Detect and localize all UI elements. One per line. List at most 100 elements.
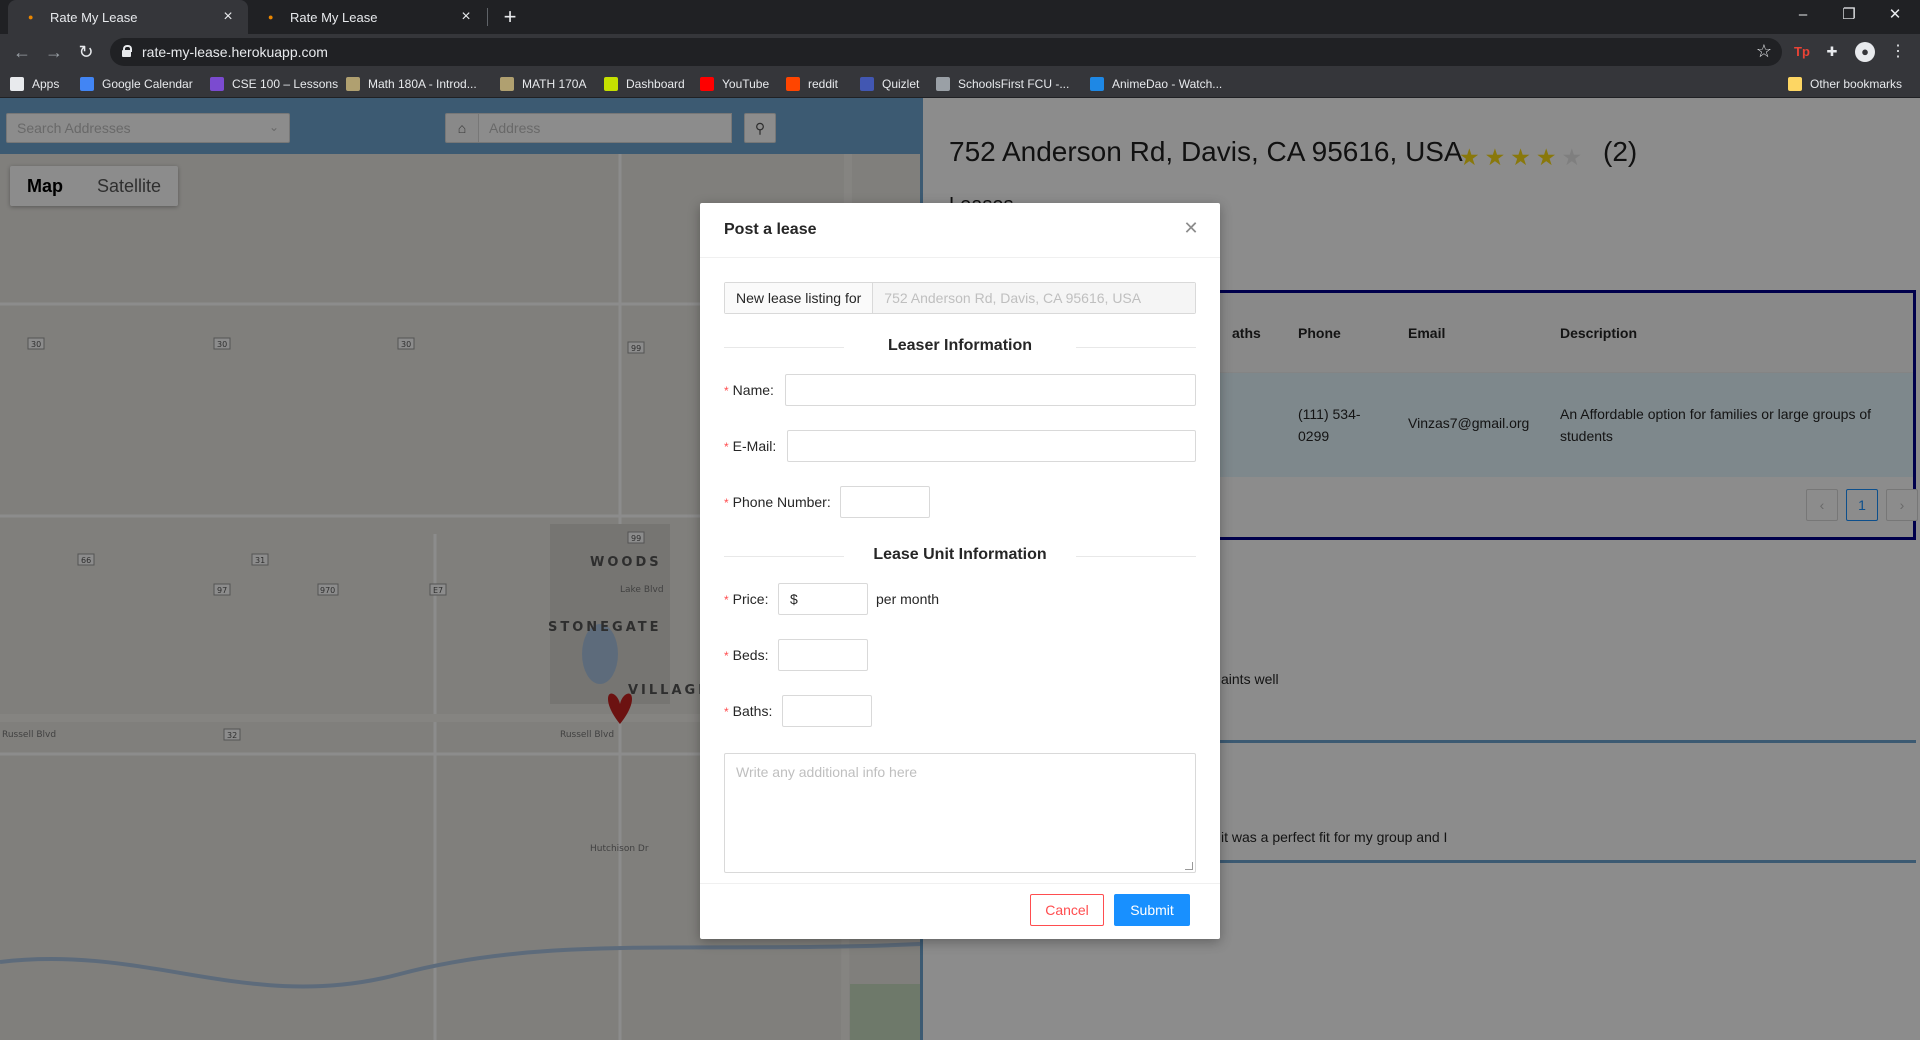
- bookmarks-bar: Other bookmarks Apps Google Calendar CSE 1…: [0, 70, 1920, 98]
- bookmark-label: Math 180A - Introd...: [368, 77, 477, 91]
- other-bookmarks-label: Other bookmarks: [1810, 77, 1903, 91]
- address-bar[interactable]: rate-my-lease.herokuapp.com ☆: [110, 38, 1782, 66]
- beds-label: * Beds:: [724, 647, 769, 663]
- beds-input[interactable]: [778, 639, 868, 671]
- close-window-icon[interactable]: ✕: [1872, 0, 1918, 32]
- bookmark-label: Google Calendar: [102, 77, 193, 91]
- modal-header: Post a lease ✕: [700, 203, 1220, 258]
- modal-title: Post a lease: [724, 221, 817, 238]
- apps-grid-icon: [10, 77, 24, 91]
- name-input[interactable]: [785, 374, 1196, 406]
- reload-icon[interactable]: ↻: [74, 40, 98, 64]
- bookmark-label: CSE 100 – Lessons: [232, 77, 339, 91]
- canvas-icon: [604, 77, 618, 91]
- browser-toolbar: ← → ↻ rate-my-lease.herokuapp.com ☆ Tp ✚…: [0, 34, 1920, 70]
- bookmark-quizlet[interactable]: Quizlet: [860, 76, 919, 92]
- listing-label: New lease listing for: [725, 283, 874, 313]
- menu-dots-icon[interactable]: ⋮: [1888, 42, 1908, 62]
- cancel-button[interactable]: Cancel: [1030, 894, 1104, 926]
- required-icon: *: [724, 384, 729, 398]
- extensions-puzzle-icon[interactable]: ✚: [1822, 42, 1842, 62]
- page: WOODS STONEGATE VILLAGE Russell Blvd Rus…: [0, 98, 1920, 1040]
- browser-tab-1[interactable]: ● Rate My Lease ×: [8, 0, 248, 34]
- quizlet-icon: [860, 77, 874, 91]
- phone-label: * Phone Number:: [724, 494, 831, 510]
- youtube-icon: [700, 77, 714, 91]
- email-input[interactable]: [787, 430, 1196, 462]
- close-tab-icon[interactable]: ×: [458, 8, 474, 26]
- price-label-text: Price: [732, 591, 765, 607]
- beds-label-text: Beds: [732, 647, 765, 663]
- ed-icon: [210, 77, 224, 91]
- browser-tab-2[interactable]: ● Rate My Lease ×: [248, 0, 486, 34]
- profile-avatar-icon[interactable]: ●: [1855, 42, 1875, 62]
- other-bookmarks[interactable]: Other bookmarks: [1788, 76, 1902, 92]
- additional-info-placeholder: Write any additional info here: [736, 764, 918, 780]
- unit-info-heading: Lease Unit Information: [873, 546, 1047, 563]
- required-icon: *: [724, 496, 729, 510]
- favicon-icon: ●: [28, 12, 34, 22]
- bookmark-math-170a[interactable]: MATH 170A: [500, 76, 586, 92]
- name-label: * Name:: [724, 382, 774, 398]
- bookmark-dashboard[interactable]: Dashboard: [604, 76, 685, 92]
- bookmark-label: AnimeDao - Watch...: [1112, 77, 1223, 91]
- bookmark-google-calendar[interactable]: Google Calendar: [80, 76, 193, 92]
- baths-label-text: Baths: [732, 703, 769, 719]
- additional-info-textarea[interactable]: Write any additional info here: [724, 753, 1196, 873]
- bookmark-reddit[interactable]: reddit: [786, 76, 838, 92]
- bookmark-animedao-watch[interactable]: AnimeDao - Watch...: [1090, 76, 1222, 92]
- leaser-info-heading: Leaser Information: [887, 337, 1033, 354]
- globe-icon: [936, 77, 950, 91]
- phone-label-text: Phone Number: [732, 494, 827, 510]
- tab-strip: ● Rate My Lease × ● Rate My Lease × + – …: [0, 0, 1920, 34]
- required-icon: *: [724, 705, 729, 719]
- required-icon: *: [724, 649, 729, 663]
- minimize-icon[interactable]: –: [1780, 0, 1826, 32]
- bookmark-label: reddit: [808, 77, 839, 91]
- bookmark-youtube[interactable]: YouTube: [700, 76, 769, 92]
- email-label: * E-Mail:: [724, 438, 777, 454]
- bookmark-schoolsfirst-fcu[interactable]: SchoolsFirst FCU -...: [936, 76, 1069, 92]
- bookmark-math-180a-introd[interactable]: Math 180A - Introd...: [346, 76, 477, 92]
- listing-address-value: 752 Anderson Rd, Davis, CA 95616, USA: [873, 283, 1195, 313]
- unit-info-divider: Lease Unit Information: [724, 546, 1196, 566]
- bookmark-label: Apps: [32, 77, 60, 91]
- lock-icon: [122, 45, 132, 57]
- close-tab-icon[interactable]: ×: [220, 8, 236, 26]
- submit-button[interactable]: Submit: [1114, 894, 1190, 926]
- animedao-icon: [1090, 77, 1104, 91]
- baths-input[interactable]: [782, 695, 872, 727]
- bookmark-label: YouTube: [722, 77, 770, 91]
- required-icon: *: [724, 593, 729, 607]
- bookmark-star-icon[interactable]: ☆: [1756, 41, 1772, 62]
- resize-handle-icon[interactable]: [1185, 862, 1193, 870]
- reddit-icon: [786, 77, 800, 91]
- listing-address-field: New lease listing for 752 Anderson Rd, D…: [724, 282, 1196, 314]
- price-label: * Price:: [724, 591, 769, 607]
- calendar-icon: [80, 77, 94, 91]
- tab-title: Rate My Lease: [50, 9, 138, 25]
- tab-title: Rate My Lease: [290, 9, 378, 25]
- name-label-text: Name: [732, 382, 771, 398]
- bookmark-label: Dashboard: [626, 77, 685, 91]
- baths-label: * Baths:: [724, 703, 773, 719]
- price-input[interactable]: $: [778, 583, 868, 615]
- back-icon[interactable]: ←: [10, 40, 34, 64]
- folder-icon: [1788, 77, 1802, 91]
- bookmark-apps[interactable]: Apps: [10, 76, 59, 92]
- phone-input[interactable]: [840, 486, 930, 518]
- new-tab-icon[interactable]: +: [497, 4, 523, 30]
- extension-tp-icon[interactable]: Tp: [1792, 42, 1812, 62]
- required-icon: *: [724, 440, 729, 454]
- close-icon[interactable]: ✕: [1180, 217, 1202, 239]
- url-text: rate-my-lease.herokuapp.com: [142, 44, 328, 60]
- book-icon: [346, 77, 360, 91]
- favicon-icon: ●: [268, 12, 274, 22]
- restore-icon[interactable]: ❐: [1826, 0, 1872, 32]
- price-suffix: per month: [876, 591, 940, 607]
- book-icon: [500, 77, 514, 91]
- bookmark-label: MATH 170A: [522, 77, 587, 91]
- bookmark-cse-100-lessons[interactable]: CSE 100 – Lessons: [210, 76, 338, 92]
- forward-icon[interactable]: →: [42, 40, 66, 64]
- email-label-text: E-Mail: [732, 438, 773, 454]
